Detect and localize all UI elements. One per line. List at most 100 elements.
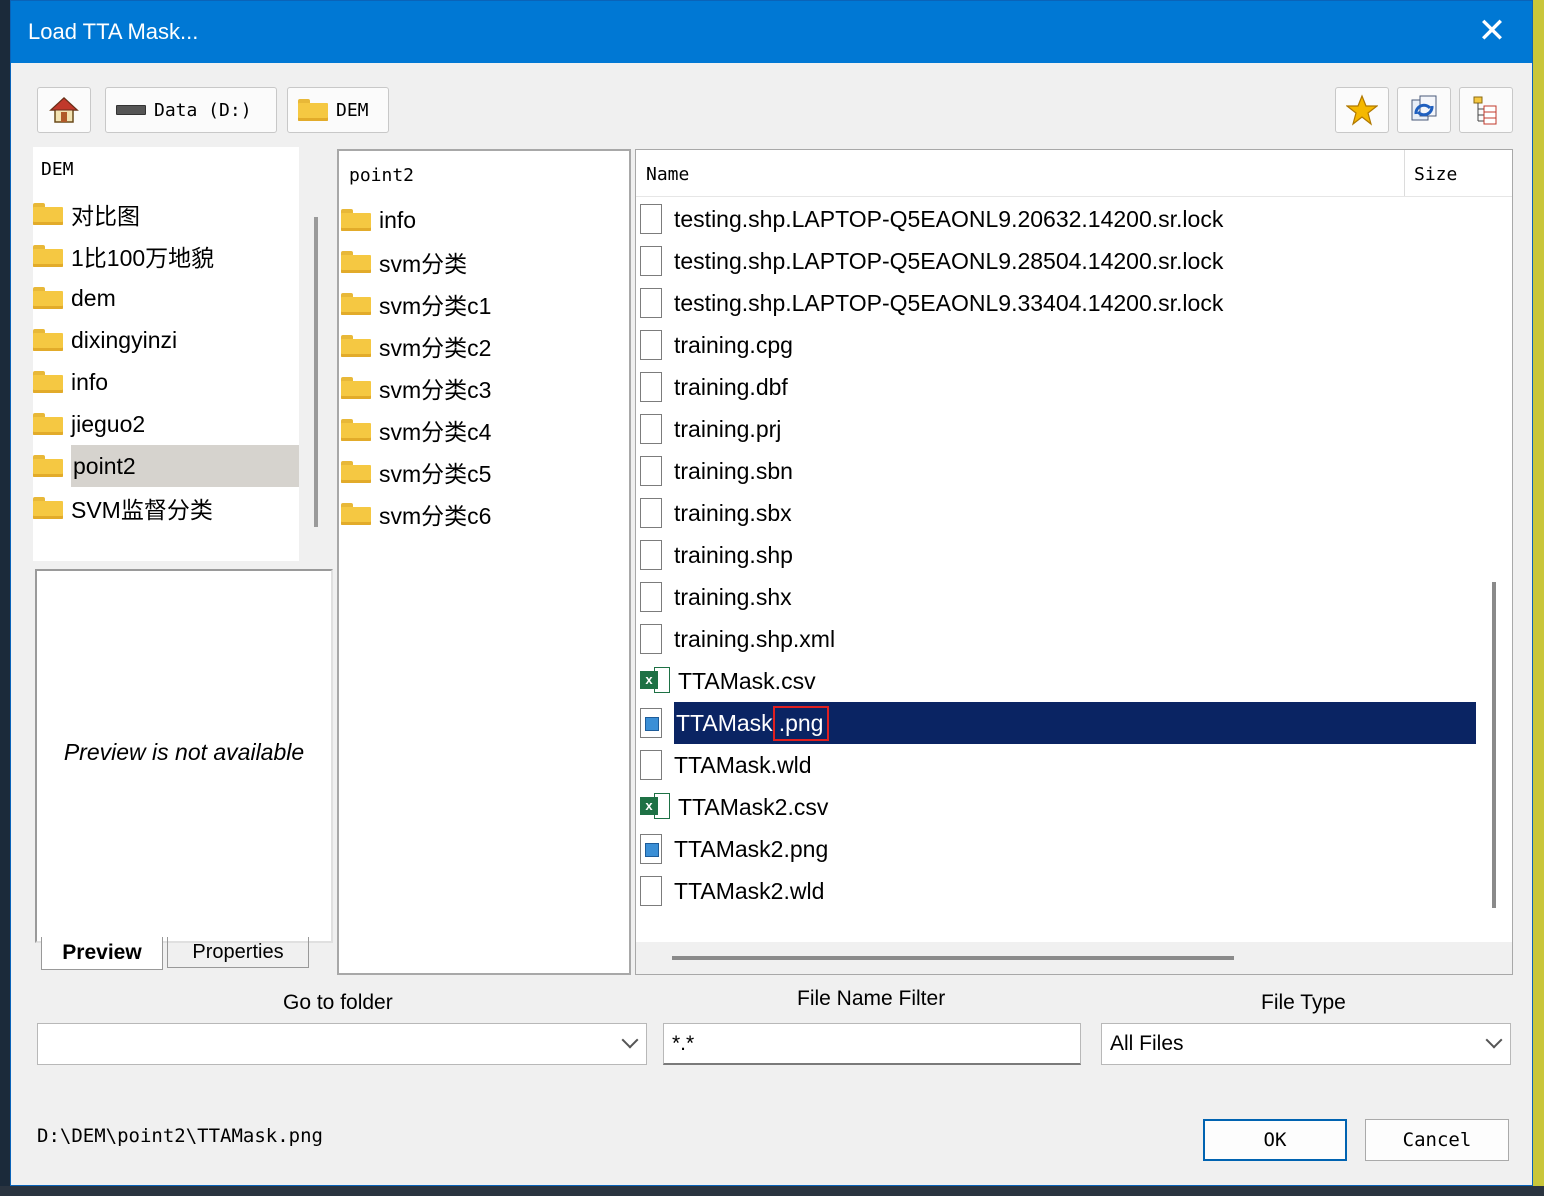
file-type-value: All Files [1110, 1032, 1184, 1055]
file-row[interactable]: testing.shp.LAPTOP-Q5EAONL9.20632.14200.… [640, 198, 1476, 240]
close-icon[interactable]: ✕ [1474, 13, 1510, 49]
tree-scrollbar[interactable] [314, 217, 318, 527]
refresh-icon [1411, 95, 1437, 121]
breadcrumb-folder-button[interactable]: DEM [287, 87, 389, 133]
tree-item[interactable]: 对比图 [33, 193, 299, 235]
subfolder-item[interactable]: svm分类c6 [341, 493, 491, 535]
tree-view-button[interactable] [1459, 87, 1513, 133]
folder-icon [33, 329, 63, 351]
file-list-pane: Name Size testing.shp.LAPTOP-Q5EAONL9.20… [635, 149, 1513, 975]
file-type-select[interactable]: All Files [1101, 1023, 1511, 1065]
tree-item-label: info [71, 368, 109, 395]
subfolder-item-label: svm分类c6 [379, 503, 492, 529]
selected-path: D:\DEM\point2\TTAMask.png [37, 1125, 323, 1147]
column-header-name[interactable]: Name [646, 164, 689, 185]
file-row[interactable]: training.prj [640, 408, 1476, 450]
tree-view-icon [1473, 96, 1497, 125]
load-tta-mask-dialog: Load TTA Mask... ✕ Data (D:) DEM DEM 对比图… [10, 0, 1533, 1186]
subfolder-item[interactable]: svm分类c3 [341, 367, 491, 409]
file-row[interactable]: training.shp.xml [640, 618, 1476, 660]
file-row[interactable]: x TTAMask2.csv [640, 786, 1476, 828]
folder-icon [341, 377, 371, 399]
file-row[interactable]: testing.shp.LAPTOP-Q5EAONL9.28504.14200.… [640, 240, 1476, 282]
subfolder-item[interactable]: svm分类c5 [341, 451, 491, 493]
file-row[interactable]: TTAMask.wld [640, 744, 1476, 786]
file-row[interactable]: x TTAMask.csv [640, 660, 1476, 702]
file-list-horizontal-scrollbar[interactable] [672, 956, 1234, 960]
folder-icon [341, 419, 371, 441]
file-icon [640, 372, 662, 402]
folder-icon [341, 293, 371, 315]
tab-preview[interactable]: Preview [41, 937, 163, 970]
subfolder-item[interactable]: svm分类c1 [341, 283, 491, 325]
chevron-down-icon [621, 1031, 639, 1049]
file-name: TTAMask2.png [674, 835, 829, 862]
file-row[interactable]: TTAMask2.png [640, 828, 1476, 870]
subfolder-item[interactable]: svm分类c2 [341, 325, 491, 367]
file-row[interactable]: training.sbn [640, 450, 1476, 492]
go-to-folder-combobox[interactable] [37, 1023, 647, 1065]
subfolder-item[interactable]: svm分类c4 [341, 409, 491, 451]
file-icon [640, 540, 662, 570]
subfolder-item[interactable]: info [341, 199, 416, 241]
breadcrumb-drive-button[interactable]: Data (D:) [105, 87, 277, 133]
cancel-button[interactable]: Cancel [1365, 1119, 1509, 1161]
favorites-button[interactable] [1335, 87, 1389, 133]
tree-item[interactable]: jieguo2 [33, 403, 299, 445]
background-window-strip [1532, 0, 1544, 1196]
file-row[interactable]: testing.shp.LAPTOP-Q5EAONL9.33404.14200.… [640, 282, 1476, 324]
tree-item[interactable]: info [33, 361, 299, 403]
subfolder-item-label: svm分类c3 [379, 377, 492, 403]
subfolder-item-label: svm分类c5 [379, 461, 492, 487]
file-row[interactable]: training.shp [640, 534, 1476, 576]
file-icon [640, 750, 662, 780]
file-row[interactable]: TTAMask .png [640, 702, 1476, 744]
tree-item[interactable]: SVM监督分类 [33, 487, 299, 529]
tree-item-label: point2 [71, 445, 299, 487]
file-name: training.cpg [674, 331, 793, 358]
home-button[interactable] [37, 87, 91, 133]
file-name-filter-label: File Name Filter [797, 987, 946, 1010]
preview-pane: Preview is not available [35, 569, 333, 943]
file-name: testing.shp.LAPTOP-Q5EAONL9.28504.14200.… [674, 247, 1224, 274]
tree-item[interactable]: point2 [33, 445, 299, 487]
subfolder-item-label: svm分类c4 [379, 419, 492, 445]
file-list-vertical-scrollbar[interactable] [1492, 582, 1496, 908]
column-divider[interactable] [1404, 150, 1405, 196]
refresh-button[interactable] [1397, 87, 1451, 133]
file-icon [640, 330, 662, 360]
column-header-size[interactable]: Size [1414, 164, 1457, 185]
file-name-filter-input[interactable]: *.* [663, 1023, 1081, 1065]
subfolder-header: point2 [349, 165, 415, 186]
file-row[interactable]: TTAMask2.wld [640, 870, 1476, 912]
breadcrumb-folder-label: DEM [336, 99, 369, 121]
folder-icon [341, 503, 371, 525]
excel-icon: x [640, 793, 672, 821]
folder-tree-pane: DEM 对比图 1比100万地貌 dem dixingyinzi info jieguo2… [33, 147, 318, 561]
file-name: testing.shp.LAPTOP-Q5EAONL9.20632.14200.… [674, 205, 1224, 232]
subfolder-item[interactable]: svm分类 [341, 241, 467, 283]
file-row[interactable]: training.shx [640, 576, 1476, 618]
tree-item[interactable]: dixingyinzi [33, 319, 299, 361]
folder-icon [33, 203, 63, 225]
tree-item[interactable]: 1比100万地貌 [33, 235, 299, 277]
tree-item-label: 1比100万地貌 [71, 245, 215, 271]
file-name-filter-value: *.* [672, 1031, 695, 1055]
folder-icon [298, 99, 328, 121]
tree-item-label: 对比图 [71, 203, 140, 229]
file-name: training.sbx [674, 499, 792, 526]
file-row[interactable]: training.sbx [640, 492, 1476, 534]
file-row[interactable]: training.cpg [640, 324, 1476, 366]
go-to-folder-label: Go to folder [283, 991, 393, 1014]
folder-icon [33, 497, 63, 519]
folder-icon [341, 251, 371, 273]
file-row[interactable]: training.dbf [640, 366, 1476, 408]
tab-properties[interactable]: Properties [167, 937, 309, 968]
subfolder-item-label: info [379, 206, 417, 233]
file-icon [640, 456, 662, 486]
chevron-down-icon [1485, 1031, 1503, 1049]
tree-item[interactable]: dem [33, 277, 299, 319]
file-name: TTAMask.csv [678, 667, 816, 694]
ok-button[interactable]: OK [1203, 1119, 1347, 1161]
file-name: training.shp.xml [674, 625, 836, 652]
